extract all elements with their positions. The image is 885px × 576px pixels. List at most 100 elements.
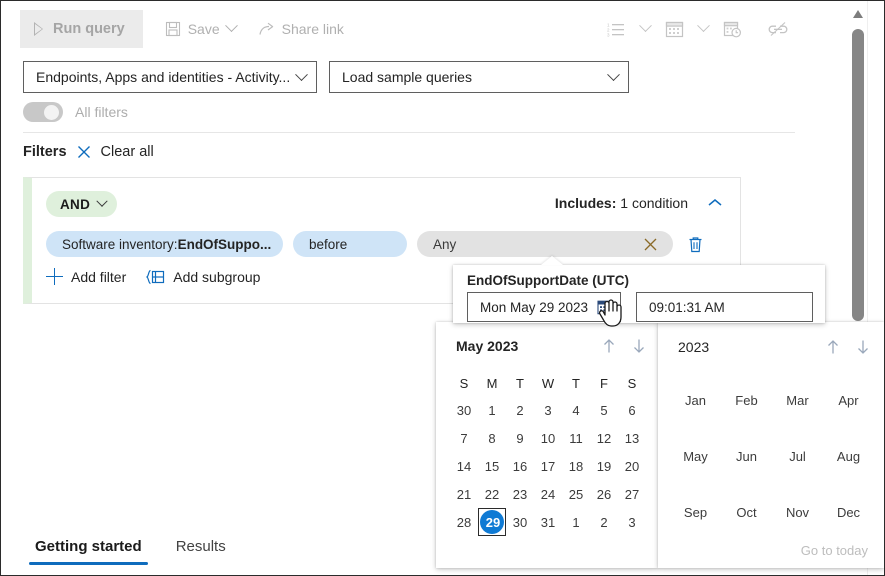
save-button[interactable]: Save	[157, 10, 244, 48]
clear-all-button[interactable]: Clear all	[101, 144, 154, 160]
month-cell[interactable]: Jan	[670, 372, 721, 428]
condition-field-pill[interactable]: Software inventory: EndOfSuppo...	[46, 231, 283, 257]
month-cell[interactable]: Aug	[823, 428, 874, 484]
calendar-day[interactable]: 22	[478, 480, 506, 508]
chevron-down-icon[interactable]	[693, 13, 713, 45]
calendar-icon[interactable]	[597, 299, 613, 315]
calendar-grid[interactable]: SMTWTFS301234567891011121314151617181920…	[450, 370, 646, 536]
numbered-list-icon[interactable]: 1 2 3	[601, 13, 631, 45]
all-filters-toggle[interactable]	[23, 102, 63, 122]
calendar-day[interactable]: 9	[506, 424, 534, 452]
calendar-day[interactable]: 13	[618, 424, 646, 452]
collapse-chevron-up-icon[interactable]	[708, 198, 722, 207]
calendar-day-number: 30	[513, 515, 527, 530]
calendar-day[interactable]: 1	[562, 508, 590, 536]
month-cell[interactable]: May	[670, 428, 721, 484]
calendar-day[interactable]: 5	[590, 396, 618, 424]
month-cell[interactable]: Oct	[721, 484, 772, 540]
year-header: 2023	[678, 339, 870, 355]
save-label: Save	[188, 21, 220, 37]
month-cell[interactable]: Sep	[670, 484, 721, 540]
condition-operator-pill[interactable]: before	[293, 231, 407, 257]
calendar-day-number: 18	[569, 459, 583, 474]
calendar-day[interactable]: 30	[450, 396, 478, 424]
calendar-day[interactable]: 1	[478, 396, 506, 424]
calendar-icon[interactable]	[659, 13, 689, 45]
calendar-day[interactable]: 3	[534, 396, 562, 424]
calendar-day[interactable]: 17	[534, 452, 562, 480]
all-filters-row: All filters	[23, 102, 128, 122]
chevron-down-icon[interactable]	[635, 13, 655, 45]
calendar-day[interactable]: 21	[450, 480, 478, 508]
calendar-day-number: 28	[457, 515, 471, 530]
load-sample-queries-selector[interactable]: Load sample queries	[329, 61, 629, 93]
calendar-clock-icon[interactable]	[717, 13, 747, 45]
add-subgroup-label: Add subgroup	[173, 269, 260, 285]
calendar-day[interactable]: 31	[534, 508, 562, 536]
calendar-day[interactable]: 2	[590, 508, 618, 536]
calendar-day[interactable]: 19	[590, 452, 618, 480]
month-cell[interactable]: Apr	[823, 372, 874, 428]
month-cell[interactable]: Feb	[721, 372, 772, 428]
calendar-day[interactable]: 28	[450, 508, 478, 536]
calendar-day[interactable]: 24	[534, 480, 562, 508]
link-icon[interactable]	[763, 13, 793, 45]
calendar-day[interactable]: 11	[562, 424, 590, 452]
month-cell[interactable]: Nov	[772, 484, 823, 540]
arrow-up-icon[interactable]	[826, 339, 840, 355]
condition-value-field[interactable]: Any	[417, 231, 628, 257]
calendar-day[interactable]: 18	[562, 452, 590, 480]
calendar-day[interactable]: 23	[506, 480, 534, 508]
tab-results[interactable]: Results	[170, 538, 232, 565]
calendar-day[interactable]: 8	[478, 424, 506, 452]
calendar-day[interactable]: 12	[590, 424, 618, 452]
calendar-day-number: 20	[625, 459, 639, 474]
arrow-down-icon[interactable]	[632, 338, 646, 354]
chevron-down-icon[interactable]	[225, 19, 238, 32]
calendar-day[interactable]: 16	[506, 452, 534, 480]
calendar-day[interactable]: 27	[618, 480, 646, 508]
calendar-day[interactable]: 25	[562, 480, 590, 508]
calendar-day[interactable]: 14	[450, 452, 478, 480]
calendar-day[interactable]: 7	[450, 424, 478, 452]
month-cell[interactable]: Dec	[823, 484, 874, 540]
run-query-button[interactable]: Run query	[20, 10, 143, 48]
calendar-day[interactable]: 3	[618, 508, 646, 536]
clear-all-x-icon[interactable]	[76, 144, 92, 160]
calendar-day[interactable]: 20	[618, 452, 646, 480]
share-link-button[interactable]: Share link	[250, 10, 352, 48]
delete-condition-button[interactable]	[685, 232, 705, 256]
scrollbar-thumb[interactable]	[852, 29, 864, 321]
add-subgroup-button[interactable]: Add subgroup	[146, 269, 260, 285]
date-input[interactable]: Mon May 29 2023	[467, 292, 621, 322]
table-selector[interactable]: Endpoints, Apps and identities - Activit…	[23, 61, 317, 93]
tab-getting-started[interactable]: Getting started	[29, 538, 148, 565]
calendar-dow-1: M	[478, 370, 506, 396]
calendar-day-number: 5	[600, 403, 607, 418]
vertical-scrollbar[interactable]	[849, 1, 867, 321]
month-grid[interactable]: JanFebMarApr MayJunJulAug SepOctNovDec	[670, 372, 874, 540]
calendar-day[interactable]: 10	[534, 424, 562, 452]
group-operator-label: AND	[60, 197, 90, 212]
condition-value-clear-button[interactable]	[628, 231, 673, 257]
month-cell[interactable]: Mar	[772, 372, 823, 428]
calendar-day-selected[interactable]: 29	[478, 508, 506, 536]
condition-operator-label: before	[309, 237, 347, 252]
add-filter-button[interactable]: Add filter	[46, 268, 126, 285]
go-to-today-button[interactable]: Go to today	[801, 543, 868, 558]
calendar-day[interactable]: 2	[506, 396, 534, 424]
save-icon	[165, 21, 181, 37]
calendar-day[interactable]: 6	[618, 396, 646, 424]
calendar-day[interactable]: 15	[478, 452, 506, 480]
arrow-down-icon[interactable]	[856, 339, 870, 355]
scroll-up-arrow-icon[interactable]	[853, 10, 863, 18]
month-cell[interactable]: Jun	[721, 428, 772, 484]
calendar-day[interactable]: 26	[590, 480, 618, 508]
calendar-day[interactable]: 4	[562, 396, 590, 424]
time-input[interactable]: 09:01:31 AM	[636, 292, 813, 322]
month-cell[interactable]: Jul	[772, 428, 823, 484]
arrow-up-icon[interactable]	[602, 338, 616, 354]
calendar-day[interactable]: 30	[506, 508, 534, 536]
calendar-day-number: 25	[569, 487, 583, 502]
group-operator-dropdown[interactable]: AND	[46, 191, 117, 217]
